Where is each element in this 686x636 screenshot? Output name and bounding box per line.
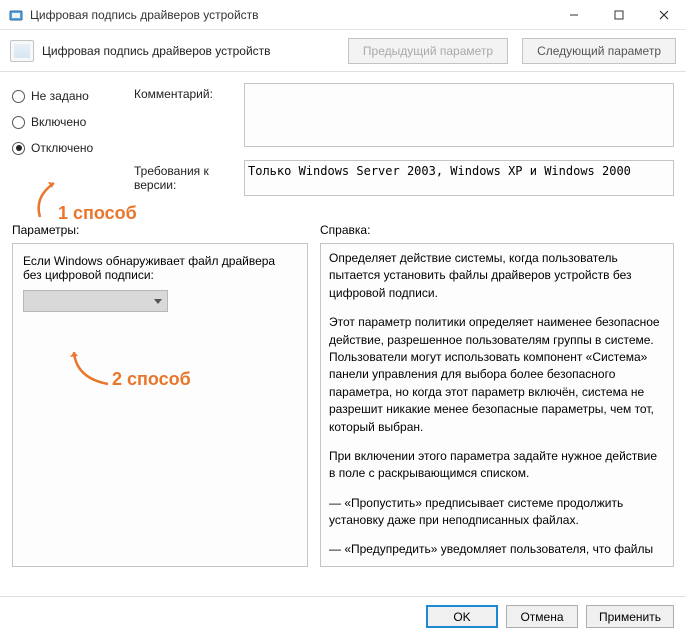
options-panel: Если Windows обнаруживает файл драйвера … <box>12 243 308 567</box>
radio-disabled[interactable]: Отключено <box>12 141 122 155</box>
state-radios: Не задано Включено Отключено <box>12 83 122 209</box>
help-paragraph: — «Предупредить» уведомляет пользователя… <box>329 541 665 560</box>
params-section-label: Параметры: <box>12 223 308 237</box>
minimize-button[interactable] <box>551 0 596 30</box>
next-setting-button[interactable]: Следующий параметр <box>522 38 676 64</box>
help-paragraph: Определяет действие системы, когда польз… <box>329 250 665 302</box>
radio-not-configured[interactable]: Не задано <box>12 89 122 103</box>
app-icon <box>8 7 24 23</box>
help-paragraph: При включении этого параметра задайте ну… <box>329 448 665 483</box>
help-panel: Определяет действие системы, когда польз… <box>320 243 674 567</box>
prev-setting-button[interactable]: Предыдущий параметр <box>348 38 508 64</box>
help-paragraph: — «Пропустить» предписывает системе прод… <box>329 495 665 530</box>
radio-label: Отключено <box>31 141 93 155</box>
action-dropdown[interactable] <box>23 290 168 312</box>
radio-icon <box>12 90 25 103</box>
help-paragraph: Этот параметр политики определяет наимен… <box>329 314 665 436</box>
param-text: Если Windows обнаруживает файл драйвера … <box>23 254 297 282</box>
help-section-label: Справка: <box>320 223 674 237</box>
apply-button[interactable]: Применить <box>586 605 674 628</box>
chevron-down-icon <box>154 299 162 304</box>
supported-value <box>244 160 674 196</box>
window-controls <box>551 0 686 30</box>
radio-icon <box>12 142 25 155</box>
radio-label: Включено <box>31 115 86 129</box>
radio-label: Не задано <box>31 89 89 103</box>
ok-button[interactable]: OK <box>426 605 498 628</box>
content-area: Не задано Включено Отключено Комментарий… <box>0 73 686 596</box>
radio-enabled[interactable]: Включено <box>12 115 122 129</box>
help-scroll[interactable]: Определяет действие системы, когда польз… <box>329 250 671 560</box>
titlebar: Цифровая подпись драйверов устройств <box>0 0 686 30</box>
policy-icon <box>10 40 34 62</box>
comment-label: Комментарий: <box>134 83 244 150</box>
header-title: Цифровая подпись драйверов устройств <box>42 44 340 58</box>
close-button[interactable] <box>641 0 686 30</box>
footer-bar: OK Отмена Применить <box>0 596 686 636</box>
comment-input[interactable] <box>244 83 674 147</box>
radio-icon <box>12 116 25 129</box>
supported-label: Требования к версии: <box>134 160 244 199</box>
window-title: Цифровая подпись драйверов устройств <box>30 8 551 22</box>
maximize-button[interactable] <box>596 0 641 30</box>
header-bar: Цифровая подпись драйверов устройств Пре… <box>0 30 686 72</box>
cancel-button[interactable]: Отмена <box>506 605 578 628</box>
